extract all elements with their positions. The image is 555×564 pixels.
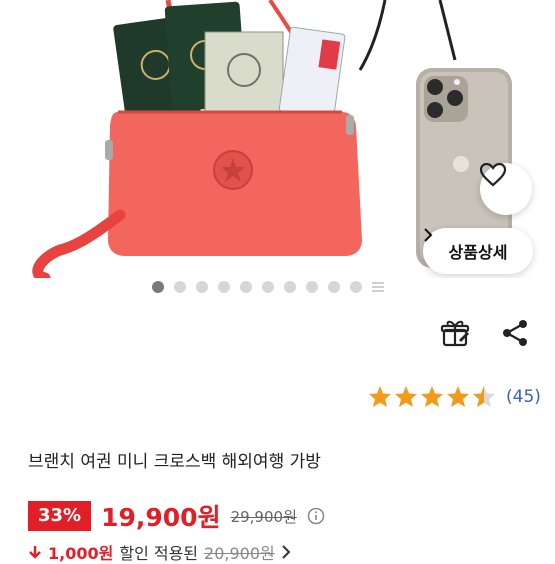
info-icon[interactable]: [307, 507, 325, 525]
price-row: 33% 19,900원 29,900원: [28, 500, 325, 532]
wishlist-button[interactable]: [480, 163, 532, 215]
product-detail-label: 상품상세: [448, 243, 508, 262]
chevron-right-icon: [424, 228, 433, 242]
coupon-strike-price: 20,900원: [204, 544, 275, 563]
star-icon: [447, 386, 469, 407]
product-title: 브랜치 여권 미니 크로스백 해외여행 가방: [28, 452, 321, 472]
pagination-dot[interactable]: [174, 281, 186, 293]
discount-badge: 33%: [28, 501, 92, 531]
product-image-carousel[interactable]: 상품상세: [0, 0, 555, 278]
pagination-dot[interactable]: [306, 281, 318, 293]
more-images-icon[interactable]: [372, 281, 384, 293]
pagination-dot[interactable]: [218, 281, 230, 293]
pagination-dot[interactable]: [284, 281, 296, 293]
pagination-dot[interactable]: [152, 281, 164, 293]
product-rating[interactable]: (45): [368, 385, 541, 408]
coupon-discount-row[interactable]: 1,000원 할인 적용된 20,900원: [28, 540, 291, 564]
share-icon[interactable]: [500, 318, 530, 348]
star-icon: [421, 386, 443, 407]
coupon-amount: 1,000원: [48, 544, 114, 563]
down-arrow-icon: [29, 546, 41, 559]
star-icon: [395, 386, 417, 407]
review-count[interactable]: (45): [506, 387, 541, 407]
heart-icon: [480, 163, 506, 187]
pagination-dot[interactable]: [262, 281, 274, 293]
pagination-dot[interactable]: [196, 281, 208, 293]
carousel-pagination[interactable]: [152, 279, 384, 295]
star-icon: [369, 386, 391, 407]
pagination-dot[interactable]: [328, 281, 340, 293]
pagination-dot[interactable]: [350, 281, 362, 293]
sale-price: 19,900원: [101, 503, 221, 532]
original-price: 29,900원: [230, 507, 297, 526]
pagination-dot[interactable]: [240, 281, 252, 293]
chevron-right-icon: [282, 545, 291, 559]
half-star-icon: [473, 386, 495, 407]
gift-icon[interactable]: [440, 318, 470, 348]
product-detail-button[interactable]: 상품상세: [423, 228, 533, 274]
coupon-text: 할인 적용된: [119, 544, 199, 563]
